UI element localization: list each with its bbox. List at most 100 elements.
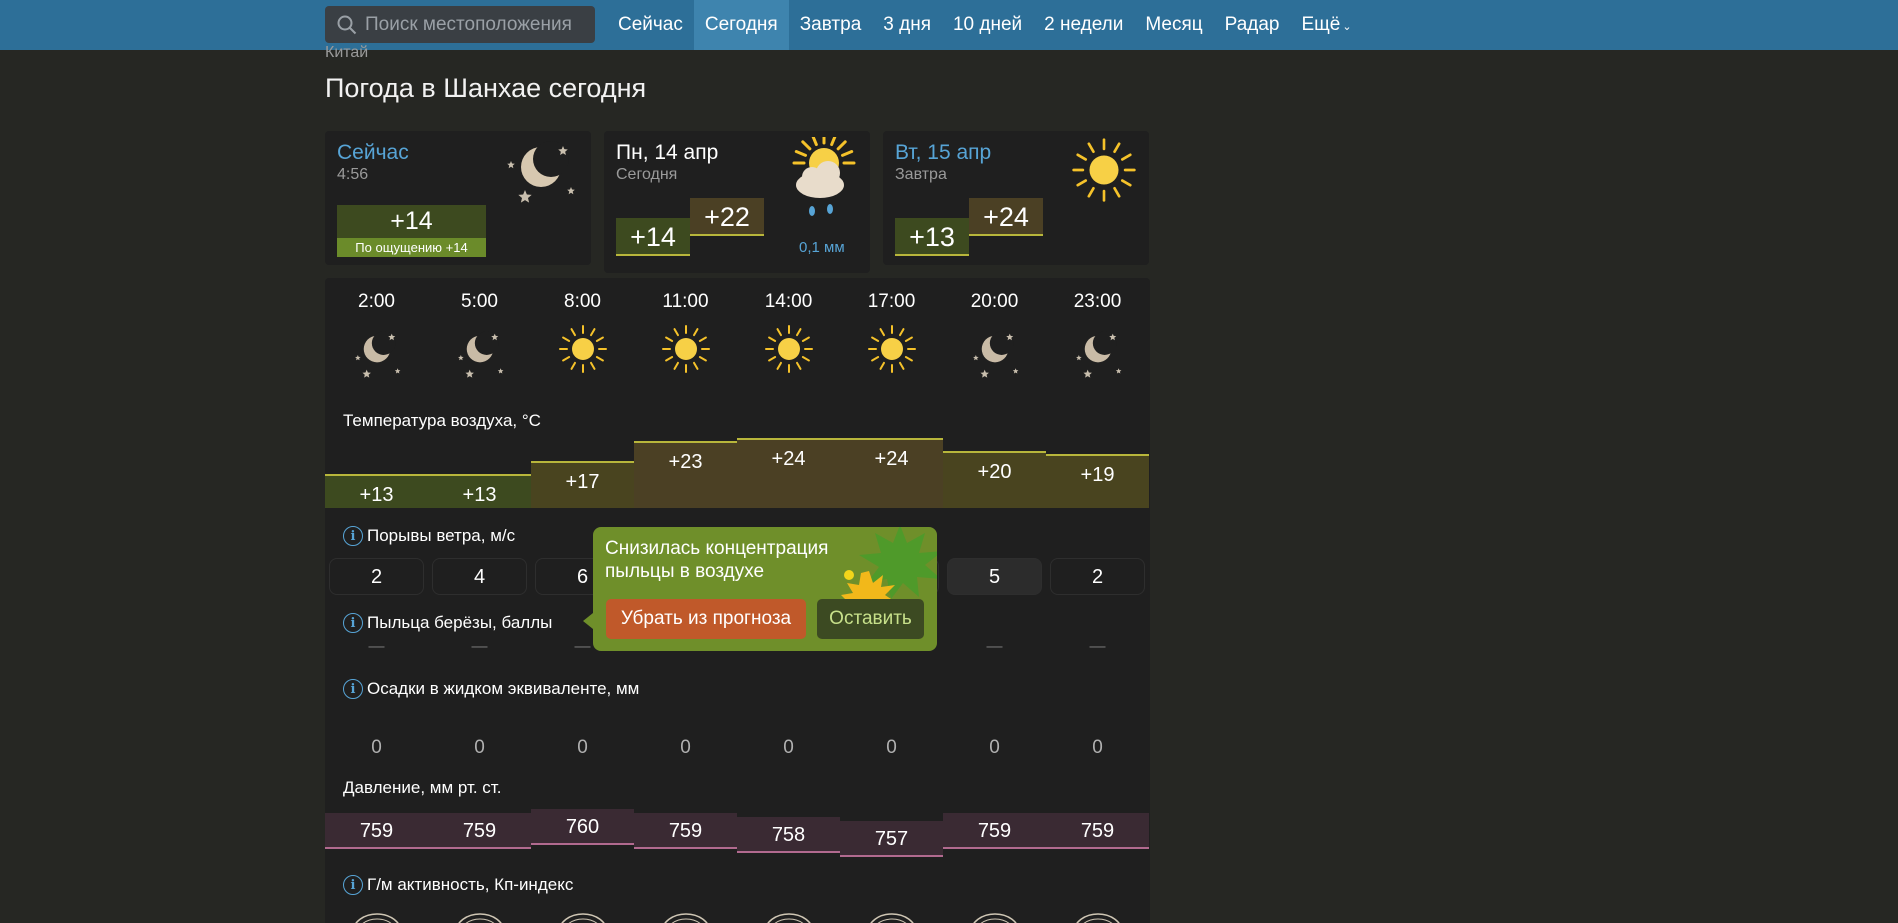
pressure-value: 759	[634, 813, 737, 849]
wind-label[interactable]: i Порывы ветра, м/с	[343, 526, 515, 546]
wind-cell: 2	[325, 558, 428, 595]
geomagnetic-icon	[943, 910, 1046, 923]
geomagnetic-icon	[428, 910, 531, 923]
nav-tab-3[interactable]: 3 дня	[872, 0, 942, 50]
precip-value: 0	[474, 737, 485, 758]
info-icon[interactable]: i	[343, 875, 363, 895]
now-feels-like: По ощущению +14	[337, 238, 486, 257]
precip-value: 0	[577, 737, 588, 758]
wind-value: 5	[947, 558, 1042, 595]
wind-cell: 5	[943, 558, 1046, 595]
info-icon[interactable]: i	[343, 526, 363, 546]
nav-tab-label: Сегодня	[704, 14, 778, 35]
nav-tab-label: 2 недели	[1044, 14, 1124, 35]
hour-label: 11:00	[662, 291, 709, 312]
hour-label: 2:00	[358, 291, 395, 312]
geomagnetic-icon	[1046, 910, 1149, 923]
pollen-value: —	[368, 638, 385, 655]
card-now[interactable]: Сейчас 4:56 +14 По ощущению +14	[325, 131, 591, 265]
nav-tabs: Сейчас Сегодня Завтра 3 дня 10 дней 2 недели М…	[607, 0, 1363, 50]
pollen-popup: Снизилась концентрация пыльцы в воздухе …	[593, 527, 937, 651]
nav-tab-7[interactable]: Радар	[1214, 0, 1291, 50]
wind-cell: 2	[1046, 558, 1149, 595]
popup-arrow	[583, 613, 593, 629]
hour-label: 8:00	[564, 291, 601, 312]
precip-value: 0	[680, 737, 691, 758]
geomagnetic-icon	[325, 910, 428, 923]
nav-tab-label: 10 дней	[952, 14, 1023, 35]
pollen-value: —	[986, 638, 1003, 655]
search-icon	[337, 15, 357, 34]
nav-tab-label: Радар	[1224, 14, 1280, 35]
temp-row: +13 +13 +17 +23 +24 +24 +20 +19	[325, 438, 1150, 508]
precip-row: 0 0 0 0 0 0 0 0	[325, 737, 1150, 759]
info-icon[interactable]: i	[343, 679, 363, 699]
night-moon-stars-icon	[325, 324, 428, 380]
now-temp: +14	[390, 207, 433, 235]
nav-tab-label: Ещё	[1301, 14, 1341, 35]
today-max-temp: +22	[690, 198, 764, 236]
precip-label[interactable]: i Осадки в жидком эквиваленте, мм	[343, 679, 639, 699]
temp-value: +13	[462, 484, 497, 506]
temp-label-text: Температура воздуха, °C	[343, 411, 541, 430]
precip-value: 0	[1092, 737, 1103, 758]
sun-icon	[531, 324, 634, 380]
page-title: Погода в Шанхае сегодня	[325, 73, 647, 103]
geomagnetic-icon	[840, 910, 943, 923]
popup-message: Снизилась концентрация пыльцы в воздухе	[605, 538, 829, 582]
wind-value: 4	[432, 558, 527, 595]
card-now-title: Сейчас	[337, 141, 409, 164]
pressure-value: 759	[943, 813, 1046, 849]
card-today[interactable]: Пн, 14 апр Сегодня +14 +22 0,1 мм	[604, 131, 870, 273]
nav-tab-0[interactable]: Сейчас	[607, 0, 694, 50]
night-moon-stars-icon	[1046, 324, 1149, 380]
pollen-value: —	[1089, 638, 1106, 655]
breadcrumb[interactable]: Китай	[325, 44, 368, 62]
chevron-down-icon: ⌄	[1342, 21, 1352, 33]
nav-tab-4[interactable]: 10 дней	[942, 0, 1033, 50]
keep-button[interactable]: Оставить	[817, 599, 924, 639]
temp-value: +23	[668, 451, 703, 474]
pollen-value: —	[471, 638, 488, 655]
sun-icon	[737, 324, 840, 380]
nav-tab-6[interactable]: Месяц	[1134, 0, 1213, 50]
sun-icon	[634, 324, 737, 380]
top-nav-bar: Сейчас Сегодня Завтра 3 дня 10 дней 2 недели М…	[0, 0, 1898, 50]
search-input[interactable]	[365, 13, 575, 36]
night-moon-stars-icon	[428, 324, 531, 380]
temp-value: +20	[977, 461, 1012, 484]
sun-icon	[1071, 137, 1137, 208]
wind-value: 2	[1050, 558, 1145, 595]
pollen-label[interactable]: i Пыльца берёзы, баллы	[343, 613, 552, 633]
sun-icon	[840, 324, 943, 380]
remove-from-forecast-button[interactable]: Убрать из прогноза	[606, 599, 806, 639]
temp-label: Температура воздуха, °C	[343, 411, 541, 431]
geomagnetic-row	[325, 910, 1150, 923]
temp-value: +13	[359, 484, 394, 506]
tomorrow-min-temp: +13	[895, 218, 969, 256]
geo-label[interactable]: i Г/м активность, Кп-индекс	[343, 875, 573, 895]
pollen-label-text: Пыльца берёзы, баллы	[367, 613, 553, 632]
nav-tab-2[interactable]: Завтра	[789, 0, 873, 50]
pressure-row: 759 759 760 759 758 757 759 759	[325, 809, 1150, 869]
nav-tab-label: Завтра	[799, 14, 862, 35]
geo-label-text: Г/м активность, Кп-индекс	[367, 875, 574, 894]
pressure-value: 757	[840, 821, 943, 857]
hour-label: 20:00	[970, 291, 1019, 312]
nav-tab-label: 3 дня	[883, 14, 931, 35]
wind-label-text: Порывы ветра, м/с	[367, 526, 516, 545]
nav-tab-8[interactable]: Ещё ⌄	[1291, 0, 1363, 50]
card-today-sub: Сегодня	[616, 166, 678, 183]
hour-icons	[325, 324, 1150, 380]
night-moon-stars-icon	[501, 139, 577, 220]
nav-tab-1[interactable]: Сегодня	[693, 0, 789, 50]
precip-value: 0	[783, 737, 794, 758]
hour-labels: 2:00 5:00 8:00 11:00 14:00 17:00 20:00 23:00	[325, 291, 1150, 313]
pressure-value: 759	[1046, 813, 1149, 849]
card-tomorrow[interactable]: Вт, 15 апр Завтра +13 +24	[883, 131, 1149, 265]
nav-tab-5[interactable]: 2 недели	[1033, 0, 1134, 50]
info-icon[interactable]: i	[343, 613, 363, 633]
wind-value: 2	[329, 558, 424, 595]
search-box[interactable]	[325, 6, 595, 43]
geomagnetic-icon	[531, 910, 634, 923]
